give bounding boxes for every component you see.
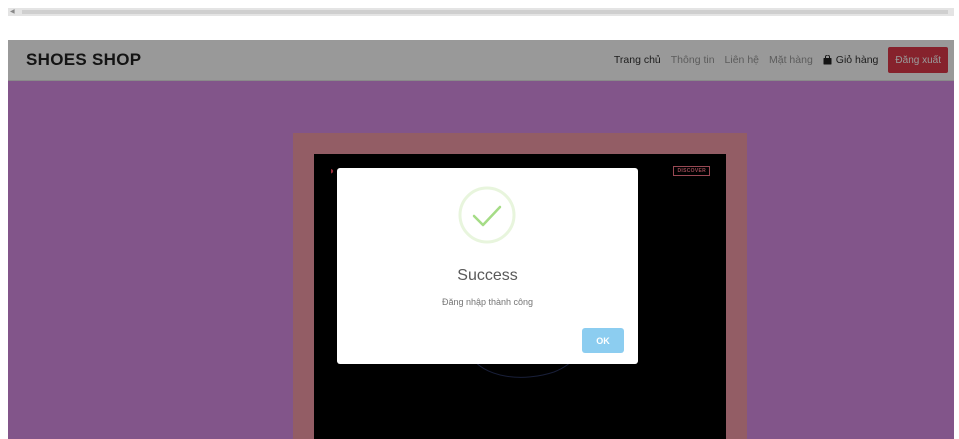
dialog-message: Đăng nhập thành công [441,297,534,307]
success-check-icon [458,186,516,244]
scrollbar-thumb[interactable] [22,10,948,14]
horizontal-scrollbar[interactable]: ◀ [8,8,954,16]
success-dialog: Success Đăng nhập thành công OK [337,168,638,364]
scroll-left-arrow-icon[interactable]: ◀ [8,8,15,16]
dialog-title: Success [457,267,518,284]
ok-button[interactable]: OK [582,328,624,353]
